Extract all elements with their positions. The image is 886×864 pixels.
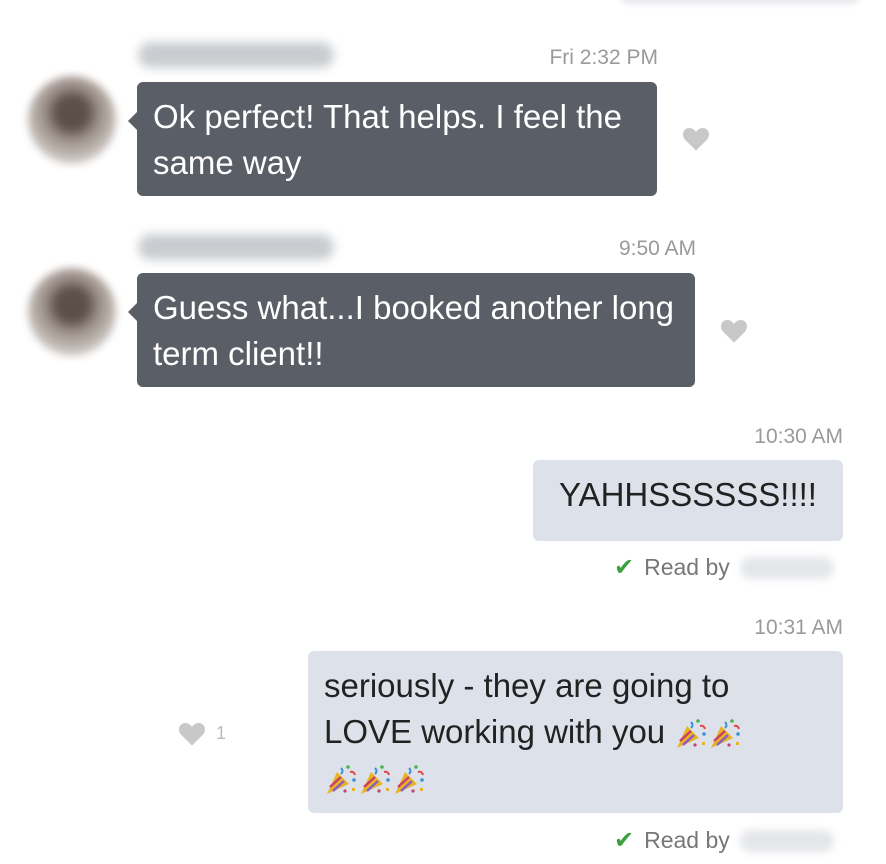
avatar[interactable] [28, 76, 116, 164]
read-receipt: ✔ Read by [614, 553, 834, 582]
checkmark-icon: ✔ [614, 827, 635, 854]
party-popper-icon [677, 719, 707, 749]
message-text-line: seriously - they are going to [324, 667, 730, 704]
message-text-fragment: LOVE working with you [324, 713, 666, 750]
checkmark-icon: ✔ [614, 554, 635, 581]
sender-name-blurred [138, 234, 334, 260]
heart-icon[interactable] [682, 126, 710, 152]
party-popper-icon [361, 765, 390, 795]
message-text: YAHHSSSSSS!!!! [559, 476, 817, 513]
party-popper-icon [327, 765, 356, 795]
message-text: Ok perfect! That helps. I feel the same … [153, 98, 622, 181]
party-popper-icon [711, 719, 741, 749]
sender-name-blurred [138, 42, 334, 68]
message-text: Guess what...I booked another long term … [153, 289, 675, 372]
top-read-receipt-fragment [620, 0, 860, 4]
heart-icon[interactable] [178, 721, 206, 747]
message-timestamp: 9:50 AM [618, 237, 696, 260]
reader-name-blurred [739, 556, 834, 579]
message-text-line: LOVE working with you [324, 709, 827, 755]
read-receipt-label: Read by [644, 827, 730, 853]
like-count: 1 [216, 723, 227, 743]
avatar[interactable] [28, 268, 116, 356]
reader-name-blurred [739, 829, 834, 852]
heart-icon[interactable] [720, 318, 748, 344]
message-bubble-outgoing[interactable]: YAHHSSSSSS!!!! [533, 460, 843, 541]
emoji-group [324, 755, 827, 801]
party-popper-icon [395, 765, 424, 795]
read-receipt-label: Read by [644, 554, 730, 580]
message-timestamp: 10:31 AM [754, 616, 843, 639]
read-receipt: ✔ Read by [614, 826, 834, 855]
emoji-group [674, 713, 742, 750]
message-bubble-incoming[interactable]: Ok perfect! That helps. I feel the same … [128, 82, 657, 196]
message-timestamp: Fri 2:32 PM [549, 46, 658, 69]
message-timestamp: 10:30 AM [754, 425, 843, 448]
message-bubble-incoming[interactable]: Guess what...I booked another long term … [128, 273, 695, 387]
message-bubble-outgoing[interactable]: seriously - they are going to LOVE worki… [308, 651, 843, 813]
